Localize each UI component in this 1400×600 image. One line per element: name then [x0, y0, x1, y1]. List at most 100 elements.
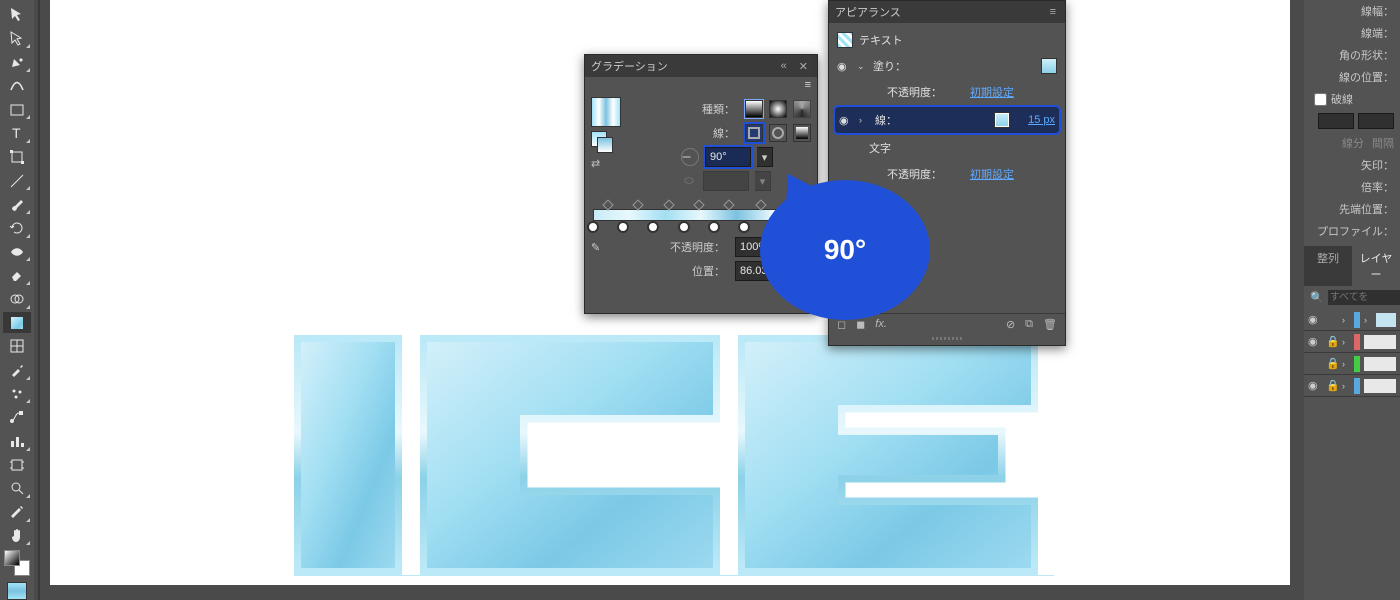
panel-menu-icon[interactable]: ≡ [805, 79, 811, 91]
visibility-toggle[interactable]: ◉ [837, 60, 851, 73]
lock-icon[interactable]: 🔒 [1326, 379, 1338, 392]
panel-resize-grip[interactable] [829, 335, 1065, 341]
reverse-gradient-icon[interactable]: ⇄ [591, 157, 621, 170]
stroke-weight-link[interactable]: 15 px [1028, 114, 1055, 126]
pen-tool[interactable] [3, 51, 31, 73]
expand-toggle[interactable]: › [859, 115, 869, 125]
artboard-tool[interactable] [3, 454, 31, 476]
column-graph-tool[interactable] [3, 430, 31, 452]
gradient-stop[interactable] [678, 221, 690, 233]
gap-label: 間隔 [1372, 135, 1394, 151]
tab-align[interactable]: 整列 [1304, 246, 1352, 286]
stroke-swatch[interactable] [994, 112, 1010, 128]
gradient-fillstroke-toggle[interactable] [591, 131, 613, 153]
align-stroke-label: 線の位置： [1339, 69, 1394, 85]
layer-search-input[interactable] [1328, 290, 1400, 305]
hand-tool[interactable] [3, 525, 31, 547]
left-toolbar: T [0, 0, 34, 600]
gradient-stop[interactable] [617, 221, 629, 233]
appearance-panel-title: アピアランス [835, 4, 1041, 20]
stroke-gradient-across[interactable] [793, 124, 811, 142]
layer-row[interactable]: ◉🔒 › [1304, 375, 1400, 397]
gradient-stop[interactable] [647, 221, 659, 233]
delete-item-icon[interactable]: 🗑 [1043, 318, 1057, 331]
gradient-type-radial[interactable] [769, 100, 787, 118]
visibility-icon[interactable]: ◉ [1308, 379, 1322, 392]
zoom-tool[interactable] [3, 477, 31, 499]
panel-close-icon[interactable]: ✕ [796, 60, 811, 73]
appearance-thumb [837, 32, 853, 48]
paintbrush-tool[interactable] [3, 193, 31, 215]
dashed-label: 破線 [1331, 91, 1353, 107]
angle-dial[interactable] [681, 148, 699, 166]
selection-tool[interactable] [3, 4, 31, 26]
direct-selection-tool[interactable] [3, 28, 31, 50]
search-icon: 🔍 [1310, 291, 1324, 304]
profile-label: プロファイル： [1317, 223, 1394, 239]
fill-swatch[interactable] [1041, 58, 1057, 74]
layer-row[interactable]: ◉🔒 › [1304, 331, 1400, 353]
lock-icon[interactable]: 🔒 [1326, 335, 1338, 348]
opacity-value-link2[interactable]: 初期設定 [970, 166, 1014, 182]
free-transform-tool[interactable] [3, 146, 31, 168]
layer-row[interactable]: ◉ ›› [1304, 309, 1400, 331]
gradient-type-linear[interactable] [745, 100, 763, 118]
stroke-label: 線： [875, 112, 897, 128]
visibility-toggle[interactable]: ◉ [839, 114, 853, 127]
visibility-icon[interactable]: ◉ [1308, 335, 1322, 348]
mesh-tool[interactable] [3, 335, 31, 357]
rectangle-tool[interactable] [3, 99, 31, 121]
characters-label: 文字 [869, 140, 891, 156]
shape-builder-tool[interactable] [3, 288, 31, 310]
rotate-tool[interactable] [3, 217, 31, 239]
type-tool[interactable]: T [3, 122, 31, 144]
dashed-line-checkbox[interactable] [1314, 93, 1327, 106]
add-effect-icon[interactable]: fx. [875, 318, 887, 331]
visibility-icon[interactable]: ◉ [1308, 313, 1322, 326]
position-label: 位置： [611, 263, 729, 279]
gradient-type-freeform[interactable] [793, 100, 811, 118]
gradient-stop[interactable] [738, 221, 750, 233]
line-segment-tool[interactable] [3, 170, 31, 192]
angle-input[interactable] [705, 147, 751, 167]
layer-row[interactable]: 🔒 › [1304, 353, 1400, 375]
gradient-stop[interactable] [587, 221, 599, 233]
tab-layers[interactable]: レイヤー [1352, 246, 1400, 286]
blend-tool[interactable] [3, 406, 31, 428]
symbol-sprayer-tool[interactable] [3, 383, 31, 405]
curvature-tool[interactable] [3, 75, 31, 97]
lock-icon[interactable]: 🔒 [1326, 357, 1338, 370]
eraser-tool[interactable] [3, 264, 31, 286]
add-fill-icon[interactable]: ◼ [856, 318, 865, 331]
dash1-input[interactable] [1318, 113, 1354, 129]
opacity-row-label: 不透明度： [887, 84, 942, 100]
angle-dropdown[interactable]: ▾ [757, 147, 773, 167]
callout-text: 90° [824, 234, 866, 266]
width-tool[interactable] [3, 241, 31, 263]
gradient-panel-title: グラデーション [591, 58, 772, 74]
fill-label: 塗り： [873, 58, 906, 74]
tip-align-label: 先端位置： [1339, 201, 1394, 217]
eyedropper-icon[interactable]: ✎ [591, 241, 600, 254]
gradient-tool[interactable] [3, 312, 31, 334]
panel-collapse-icon[interactable]: « [778, 60, 790, 72]
gradient-stop[interactable] [708, 221, 720, 233]
fill-stroke-swatch[interactable] [4, 550, 30, 576]
stroke-gradient-along[interactable] [769, 124, 787, 142]
opacity-value-link[interactable]: 初期設定 [970, 84, 1014, 100]
grad-type-label: 種類： [635, 101, 739, 117]
ice-text[interactable] [294, 335, 1038, 575]
gradient-preview-swatch[interactable] [591, 97, 621, 127]
default-gradient-swatch[interactable] [7, 582, 27, 600]
eyedropper-tool[interactable] [3, 359, 31, 381]
gap1-input[interactable] [1358, 113, 1394, 129]
stroke-gradient-within[interactable] [745, 124, 763, 142]
expand-toggle[interactable]: ⌄ [857, 61, 867, 72]
duplicate-item-icon[interactable]: ⧉ [1025, 318, 1033, 331]
clear-appearance-icon[interactable]: ⊘ [1006, 318, 1015, 331]
callout-bubble: 90° [760, 180, 930, 320]
panel-menu-icon[interactable]: ≡ [1047, 6, 1059, 18]
slice-tool[interactable] [3, 501, 31, 523]
opacity-row-label2: 不透明度： [887, 166, 942, 182]
grad-stroke-label: 線： [635, 125, 739, 141]
